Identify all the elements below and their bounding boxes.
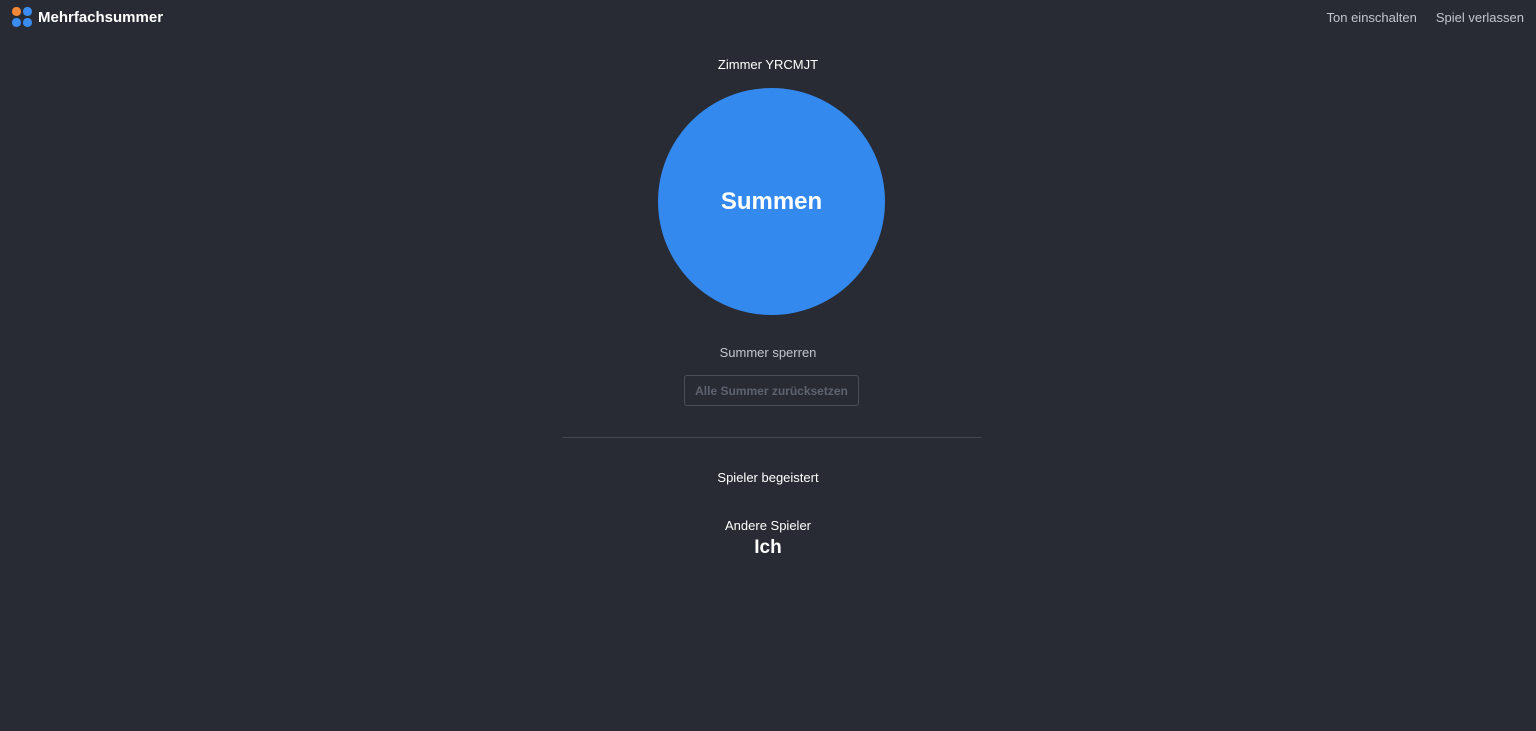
players-status: Spieler begeistert xyxy=(717,470,819,485)
player-name-self: Ich xyxy=(754,537,782,558)
lock-buzzer-row: Summer sperren xyxy=(0,345,1536,360)
brand[interactable]: Mehrfachsummer xyxy=(12,7,163,27)
sound-on-link[interactable]: Ton einschalten xyxy=(1327,10,1417,25)
brand-name: Mehrfachsummer xyxy=(38,8,164,26)
divider xyxy=(563,437,981,438)
logo-dot-blue-2 xyxy=(12,18,21,27)
logo-dot-orange xyxy=(12,7,21,16)
leave-game-link[interactable]: Spiel verlassen xyxy=(1436,10,1524,25)
header-nav: Ton einschalten Spiel verlassen xyxy=(1327,10,1525,25)
logo-dots-icon xyxy=(12,7,32,27)
top-bar: Mehrfachsummer Ton einschalten Spiel ver… xyxy=(0,0,1536,36)
logo-dot-blue-3 xyxy=(23,18,32,27)
app-root: Mehrfachsummer Ton einschalten Spiel ver… xyxy=(0,0,1536,731)
reset-all-buzzers-button[interactable]: Alle Summer zurücksetzen xyxy=(684,375,859,406)
lock-buzzer-link[interactable]: Summer sperren xyxy=(720,345,817,360)
buzzer-button[interactable]: Summen xyxy=(658,88,885,315)
logo-dot-blue-1 xyxy=(23,7,32,16)
other-players-heading: Andere Spieler xyxy=(725,518,811,533)
room-label: Zimmer YRCMJT xyxy=(717,57,819,72)
